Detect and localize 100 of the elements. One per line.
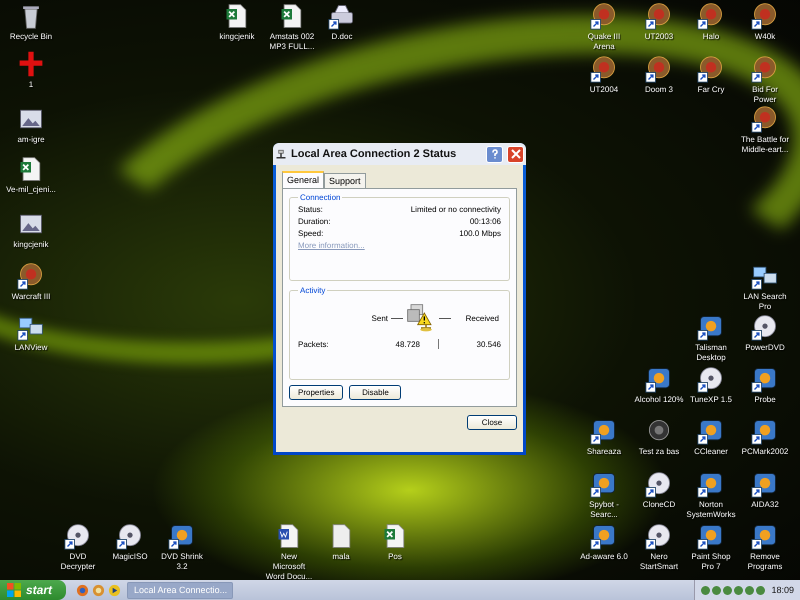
game-icon[interactable] <box>645 55 673 83</box>
disc-icon[interactable] <box>645 470 673 498</box>
icon-label[interactable]: The Battle for Middle-eart... <box>740 135 790 155</box>
app-icon[interactable] <box>590 470 618 498</box>
icon-label[interactable]: Ad-aware 6.0 <box>580 552 628 562</box>
icon-label[interactable]: TuneXP 1.5 <box>690 395 732 405</box>
icon-label[interactable]: am-igre <box>17 135 45 145</box>
icon-label[interactable]: kingcjenik <box>13 240 49 250</box>
game-icon[interactable] <box>645 2 673 30</box>
clock: 18:09 <box>771 585 794 595</box>
app-icon[interactable] <box>645 365 673 393</box>
icon-label[interactable]: DVD Shrink 3.2 <box>157 552 207 572</box>
icon-label[interactable]: PCMark2002 <box>742 447 788 457</box>
received-packets: 30.546 <box>476 340 501 348</box>
network-icon <box>275 148 287 160</box>
icon-label[interactable]: Norton SystemWorks <box>686 500 736 520</box>
icon-label[interactable]: New Microsoft Word Docu... <box>264 552 314 582</box>
field-value: 100.0 Mbps <box>459 228 501 240</box>
group-title: Activity <box>299 286 326 295</box>
icon-label[interactable]: DVD Decrypter <box>53 552 103 572</box>
dialog-button[interactable]: Disable <box>349 385 402 400</box>
app-icon[interactable] <box>590 417 618 445</box>
close-dialog-button[interactable]: Close <box>467 415 517 430</box>
game-icon[interactable] <box>590 55 618 83</box>
app-icon[interactable] <box>697 417 725 445</box>
app-icon[interactable] <box>697 313 725 341</box>
icon-label[interactable]: Remove Programs <box>740 552 790 572</box>
field-label: Speed: <box>298 228 324 240</box>
icon-label[interactable]: Recycle Bin <box>10 32 52 42</box>
icon-label[interactable]: Shareaza <box>586 447 622 457</box>
icon-label[interactable]: Probe <box>754 395 776 405</box>
icon-label[interactable]: W40k <box>754 32 776 42</box>
window-title: Local Area Connection 2 Status <box>291 148 458 160</box>
group-title: Connection <box>299 193 342 202</box>
close-icon <box>510 149 520 159</box>
tab[interactable]: General <box>282 171 324 188</box>
icon-label[interactable]: Pos <box>388 552 402 562</box>
game-icon[interactable] <box>590 2 618 30</box>
packets-label: Packets: <box>298 340 330 348</box>
field-label: Duration: <box>298 216 330 228</box>
icon-label[interactable]: CCleaner <box>694 447 728 457</box>
start-button[interactable]: start <box>0 580 66 600</box>
received-label: Received <box>464 314 499 322</box>
tab[interactable]: Support <box>324 173 366 188</box>
icon-label[interactable]: Alcohol 120% <box>634 395 684 405</box>
icon-label[interactable]: UT2004 <box>590 85 618 95</box>
icon-label[interactable]: Quake III Arena <box>579 32 629 52</box>
app-icon[interactable] <box>168 522 196 550</box>
app-icon[interactable] <box>751 470 779 498</box>
icon-label[interactable]: Test za bas <box>638 447 680 457</box>
icon-label[interactable]: Amstats 002 MP3 FULL... <box>267 32 317 52</box>
disc-icon[interactable] <box>751 313 779 341</box>
sent-label: Sent <box>372 314 388 322</box>
disc-icon[interactable] <box>697 365 725 393</box>
icon-label[interactable]: Far Cry <box>698 85 724 95</box>
game-icon[interactable] <box>697 55 725 83</box>
browser-icon[interactable] <box>76 584 90 596</box>
question-mark-icon <box>490 149 500 159</box>
app-icon[interactable] <box>697 470 725 498</box>
icon-label[interactable]: mala <box>332 552 350 562</box>
icon-label[interactable]: Doom 3 <box>644 85 673 95</box>
icon-label[interactable]: Ve-mil_cjeni... <box>6 185 56 195</box>
game-icon[interactable] <box>17 262 45 290</box>
icon-label[interactable]: MagicISO <box>112 552 148 562</box>
windows-flag-icon <box>6 582 22 598</box>
app-icon[interactable] <box>697 522 725 550</box>
help-button[interactable] <box>486 146 503 162</box>
app-icon[interactable] <box>751 417 779 445</box>
icon-label[interactable]: Warcraft III <box>12 292 50 302</box>
game-icon[interactable] <box>751 105 779 133</box>
close-button[interactable] <box>507 146 524 162</box>
game-icon[interactable] <box>751 55 779 83</box>
disc-icon[interactable] <box>116 522 144 550</box>
app-icon[interactable] <box>751 522 779 550</box>
game-icon[interactable] <box>751 2 779 30</box>
app-icon[interactable] <box>751 365 779 393</box>
icon-label[interactable]: Nero StartSmart <box>634 552 684 572</box>
icon-label[interactable]: kingcjenik <box>219 32 255 42</box>
sent-packets: 48.728 <box>394 340 420 348</box>
game-icon[interactable] <box>697 2 725 30</box>
field-value: 00:13:06 <box>470 216 501 228</box>
icon-label[interactable]: UT2003 <box>644 32 674 42</box>
field-label: Status: <box>298 204 323 216</box>
icon-label[interactable]: AIDA32 <box>751 500 779 510</box>
app-icon[interactable] <box>590 522 618 550</box>
disc-icon[interactable] <box>645 522 673 550</box>
icon-label[interactable]: Spybot - Searc... <box>579 500 629 520</box>
icon-label[interactable]: Talisman Desktop <box>686 343 736 363</box>
icon-label[interactable]: LANView <box>14 343 48 353</box>
dialog-button[interactable]: Properties <box>289 385 344 400</box>
disc-icon[interactable] <box>64 522 92 550</box>
icon-label[interactable]: D.doc <box>332 32 352 42</box>
media-player-icon[interactable] <box>108 584 122 596</box>
icon-label[interactable]: PowerDVD <box>745 343 785 353</box>
icon-label[interactable]: LAN Search Pro <box>740 292 790 312</box>
icon-label[interactable]: Bid For Power <box>740 85 790 105</box>
icon-label[interactable]: Paint Shop Pro 7 <box>686 552 736 572</box>
icon-label[interactable]: 1 <box>28 80 34 90</box>
icon-label[interactable]: CloneCD <box>642 500 676 510</box>
icon-label[interactable]: Halo <box>702 32 720 42</box>
